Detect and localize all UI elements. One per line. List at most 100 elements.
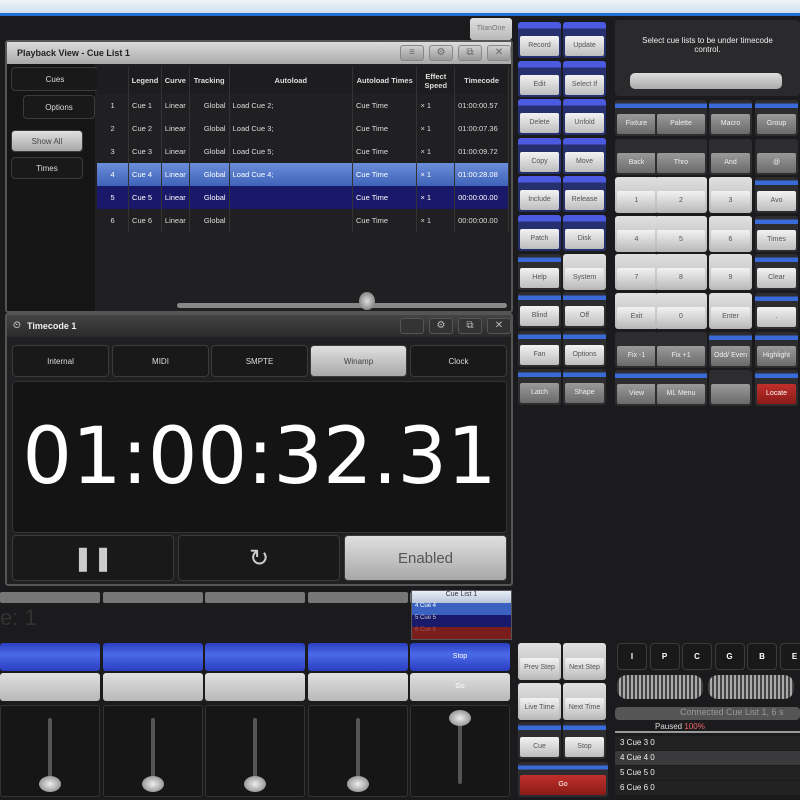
key-exit[interactable]: Exit [615, 293, 658, 329]
latch-button[interactable]: Latch [518, 369, 561, 406]
stop-button-2[interactable] [102, 643, 203, 671]
unfold-button[interactable]: Unfold [563, 99, 606, 136]
cue-list-item[interactable]: 6 Cue 6 [412, 627, 511, 639]
wheel-tab-g[interactable]: G [714, 643, 745, 670]
disk-button[interactable]: Disk [563, 215, 606, 251]
show-all-button[interactable]: Show All [11, 130, 83, 152]
table-row[interactable]: 3 Cue 3 Linear Global Load Cue 5; Cue Time × 1… [97, 140, 509, 163]
pause-button[interactable]: ❚❚ [12, 535, 174, 581]
fader-knob[interactable] [244, 776, 266, 792]
next-step-button[interactable]: Next Step [563, 643, 606, 680]
key-odd-even[interactable]: Odd/ Even [709, 331, 752, 368]
include-button[interactable]: Include [518, 176, 561, 213]
stop-button[interactable]: Stop [563, 722, 606, 759]
column-header[interactable]: Autoload Times [352, 67, 418, 94]
edit-button[interactable]: Edit [518, 60, 561, 97]
key-thro[interactable]: Thro [655, 138, 707, 175]
fader-knob[interactable] [449, 710, 471, 726]
key-0[interactable]: 0 [655, 293, 707, 329]
fader-knob[interactable] [39, 776, 61, 792]
shape-button[interactable]: Shape [563, 369, 606, 406]
gear-icon[interactable]: ⚙ [429, 318, 453, 334]
select-if-button[interactable]: Select If [563, 60, 606, 97]
encoder-wheel-1[interactable] [617, 675, 703, 699]
key-6[interactable]: 6 [709, 215, 752, 252]
options-button[interactable]: Options [563, 330, 606, 367]
source-midi[interactable]: MIDI [112, 345, 209, 377]
key-avo[interactable]: Avo [755, 177, 798, 214]
cue-row[interactable]: 4 Cue 4 0 [615, 751, 800, 765]
key-and[interactable]: And [709, 138, 752, 175]
key-back[interactable]: Back [615, 138, 658, 175]
source-clock[interactable]: Clock [410, 345, 507, 377]
fader-5[interactable] [410, 705, 510, 797]
help-button[interactable]: Help [518, 253, 561, 290]
key-locate[interactable]: Locate [755, 370, 798, 407]
update-button[interactable]: Update [563, 22, 606, 58]
table-row[interactable]: 4 Cue 4 Linear Global Load Cue 4; Cue Time × 1… [97, 163, 509, 186]
source-internal[interactable]: Internal [12, 345, 109, 377]
cue-row[interactable]: 3 Cue 3 0 [615, 736, 800, 750]
key-times[interactable]: Times [755, 215, 798, 252]
column-header[interactable] [97, 67, 130, 94]
tab-options[interactable]: Options [23, 95, 95, 119]
menu-icon[interactable]: ≡ [400, 45, 424, 61]
key-ml-menu[interactable]: ML Menu [655, 370, 707, 407]
key-clear[interactable]: Clear [755, 254, 798, 291]
key-4[interactable]: 4 [615, 215, 658, 252]
go-button[interactable]: Go [518, 762, 608, 797]
key-palette[interactable]: Palette [655, 100, 707, 136]
close-icon[interactable]: ✕ [487, 318, 511, 334]
patch-button[interactable]: Patch [518, 215, 561, 251]
wheel-tab-p[interactable]: P [649, 643, 680, 670]
key-fix-1[interactable]: Fix -1 [615, 331, 658, 368]
horizontal-scrollbar[interactable] [177, 303, 507, 308]
table-row[interactable]: 6 Cue 6 Linear Global Cue Time × 1 00:00:00.00 [97, 209, 509, 232]
table-row[interactable]: 5 Cue 5 Linear Global Cue Time × 1 00:00:00.00 [97, 186, 509, 209]
fan-button[interactable]: Fan [518, 330, 561, 367]
key-blank[interactable]: . [755, 293, 798, 329]
wheel-tab-e[interactable]: E [779, 643, 800, 670]
wheel-tab-c[interactable]: C [682, 643, 712, 670]
key-3[interactable]: 3 [709, 177, 752, 214]
table-row[interactable]: 1 Cue 1 Linear Global Load Cue 2; Cue Time × 1… [97, 94, 509, 117]
source-winamp[interactable]: Winamp [310, 345, 407, 377]
fader-4[interactable] [307, 705, 408, 797]
key-8[interactable]: 8 [655, 254, 707, 291]
fader-2[interactable] [102, 705, 203, 797]
stop-button-1[interactable] [0, 643, 100, 671]
stop-button-3[interactable] [205, 643, 305, 671]
restart-button[interactable]: ↻ [178, 535, 340, 581]
wheel-tab-b[interactable]: B [747, 643, 777, 670]
fader-knob[interactable] [141, 776, 164, 792]
key-9[interactable]: 9 [709, 254, 752, 291]
encoder-wheel-2[interactable] [708, 675, 794, 699]
key-2[interactable]: 2 [655, 177, 707, 214]
go-button-5[interactable]: Go [410, 673, 510, 701]
key-macro[interactable]: Macro [709, 100, 752, 136]
tab-cues[interactable]: Cues [11, 67, 99, 91]
go-button-1[interactable] [0, 673, 100, 701]
fader-1[interactable] [0, 705, 100, 797]
key-7[interactable]: 7 [615, 254, 658, 291]
enabled-button[interactable]: Enabled [344, 535, 507, 581]
cue-row[interactable]: 6 Cue 6 0 [615, 781, 800, 795]
column-header[interactable]: Autoload [229, 67, 353, 94]
menu-icon[interactable] [400, 318, 424, 334]
key-group[interactable]: Group [755, 100, 798, 136]
stop-button-5[interactable]: Stop [410, 643, 510, 671]
go-button-4[interactable] [307, 673, 408, 701]
system-button[interactable]: System [563, 253, 606, 290]
gear-icon[interactable]: ⚙ [429, 45, 453, 61]
key-1[interactable]: 1 [615, 177, 658, 214]
key-highlight[interactable]: Highlight [755, 331, 798, 368]
off-button[interactable]: Off [563, 292, 606, 329]
record-button[interactable]: Record [518, 22, 561, 58]
key-fix-1[interactable]: Fix +1 [655, 331, 707, 368]
column-header[interactable]: Tracking [189, 67, 230, 94]
cue-list-item[interactable]: 5 Cue 5 [412, 615, 511, 627]
go-button-2[interactable] [102, 673, 203, 701]
table-row[interactable]: 2 Cue 2 Linear Global Load Cue 3; Cue Time × 1… [97, 117, 509, 140]
column-header[interactable]: Legend [128, 67, 162, 94]
release-button[interactable]: Release [563, 176, 606, 213]
